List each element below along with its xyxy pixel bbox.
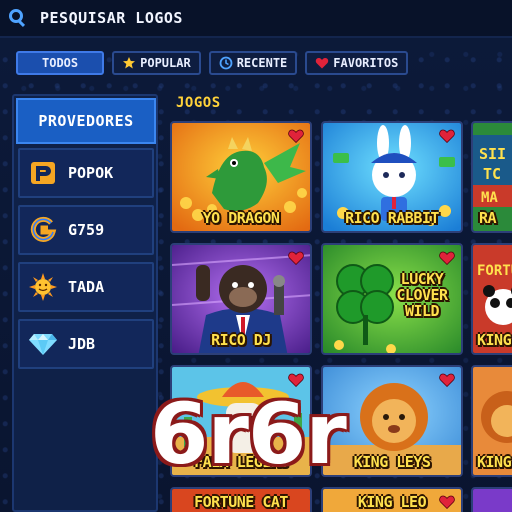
tab-popular[interactable]: POPULAR	[112, 51, 201, 75]
game-card-fortune-cat[interactable]: FORTUNE CAT	[170, 487, 312, 512]
svg-text:FORTU: FORTU	[477, 263, 512, 279]
star-icon	[122, 56, 136, 70]
providers-header: PROVEDORES	[16, 98, 156, 144]
search-bar[interactable]: PESQUISAR LOGOS	[0, 0, 512, 38]
game-card-lucky-clover-wild[interactable]: LUCKY CLOVER WILD	[321, 243, 463, 355]
tab-label: FAVORITOS	[333, 56, 399, 70]
tab-label: TODOS	[42, 56, 79, 70]
provider-label: POPOK	[68, 164, 114, 182]
games-section-title: JOGOS	[176, 95, 221, 111]
game-card-partial-4[interactable]	[471, 487, 512, 512]
favorite-heart-icon[interactable]	[439, 372, 455, 388]
game-title: FORTUNE CAT	[194, 493, 288, 511]
filter-tabs: TODOS POPULAR RECENTE FAVORITOS	[16, 51, 409, 75]
popok-logo-icon	[28, 158, 58, 188]
sidebar-item-popok[interactable]: POPOK	[18, 148, 154, 198]
tab-favoritos[interactable]: FAVORITOS	[305, 51, 409, 75]
sidebar-item-g759[interactable]: G759	[18, 205, 154, 255]
sidebar-item-jdb[interactable]: JDB	[18, 319, 154, 369]
tab-recente[interactable]: RECENTE	[208, 51, 298, 75]
sun-icon	[28, 272, 58, 302]
tab-todos[interactable]: TODOS	[16, 51, 105, 75]
game-card-partial-2[interactable]: FORTU KING	[471, 243, 512, 355]
watermark-text: 6r6r	[150, 385, 347, 483]
game-card-king-leo[interactable]: KING LEO	[321, 487, 463, 512]
favorite-heart-icon[interactable]	[439, 250, 455, 266]
provider-label: TADA	[68, 278, 105, 296]
tab-label: RECENTE	[236, 56, 288, 70]
search-input[interactable]: PESQUISAR LOGOS	[40, 9, 183, 27]
slot-art	[473, 489, 512, 512]
game-title: KING	[477, 331, 512, 349]
sidebar-item-tada[interactable]: TADA	[18, 262, 154, 312]
favorite-heart-icon[interactable]	[288, 372, 304, 388]
game-card-yo-dragon[interactable]: YO DRAGON	[170, 121, 312, 233]
svg-text:SII: SII	[479, 145, 506, 163]
game-card-rico-rabbit[interactable]: RICO RABBIT	[321, 121, 463, 233]
game-title: LUCKY CLOVER WILD	[396, 270, 448, 320]
svg-text:MA: MA	[481, 190, 498, 206]
favorite-heart-icon[interactable]	[288, 250, 304, 266]
game-title: RICO DJ	[211, 331, 271, 349]
search-icon[interactable]	[8, 8, 28, 28]
game-card-partial-1[interactable]: SII TC MA RA	[471, 121, 512, 233]
game-card-partial-3[interactable]: KING	[471, 365, 512, 477]
favorite-heart-icon[interactable]	[288, 128, 304, 144]
game-card-rico-dj[interactable]: RICO DJ	[170, 243, 312, 355]
game-title: RA	[479, 209, 497, 227]
g759-logo-icon	[28, 215, 58, 245]
clock-icon	[219, 56, 233, 70]
tab-label: POPULAR	[140, 56, 191, 70]
provider-label: JDB	[68, 335, 96, 353]
game-title: YO DRAGON	[202, 209, 280, 227]
provider-label: G759	[68, 221, 105, 239]
favorite-heart-icon[interactable]	[439, 128, 455, 144]
game-title: KING	[477, 453, 512, 471]
heart-icon	[315, 56, 329, 70]
svg-text:TC: TC	[483, 165, 501, 183]
game-title: KING LEO	[357, 493, 427, 511]
diamond-icon	[28, 329, 58, 359]
providers-sidebar: PROVEDORES POPOK G759 TADA JDB	[12, 94, 158, 512]
game-title: RICO RABBIT	[345, 209, 439, 227]
